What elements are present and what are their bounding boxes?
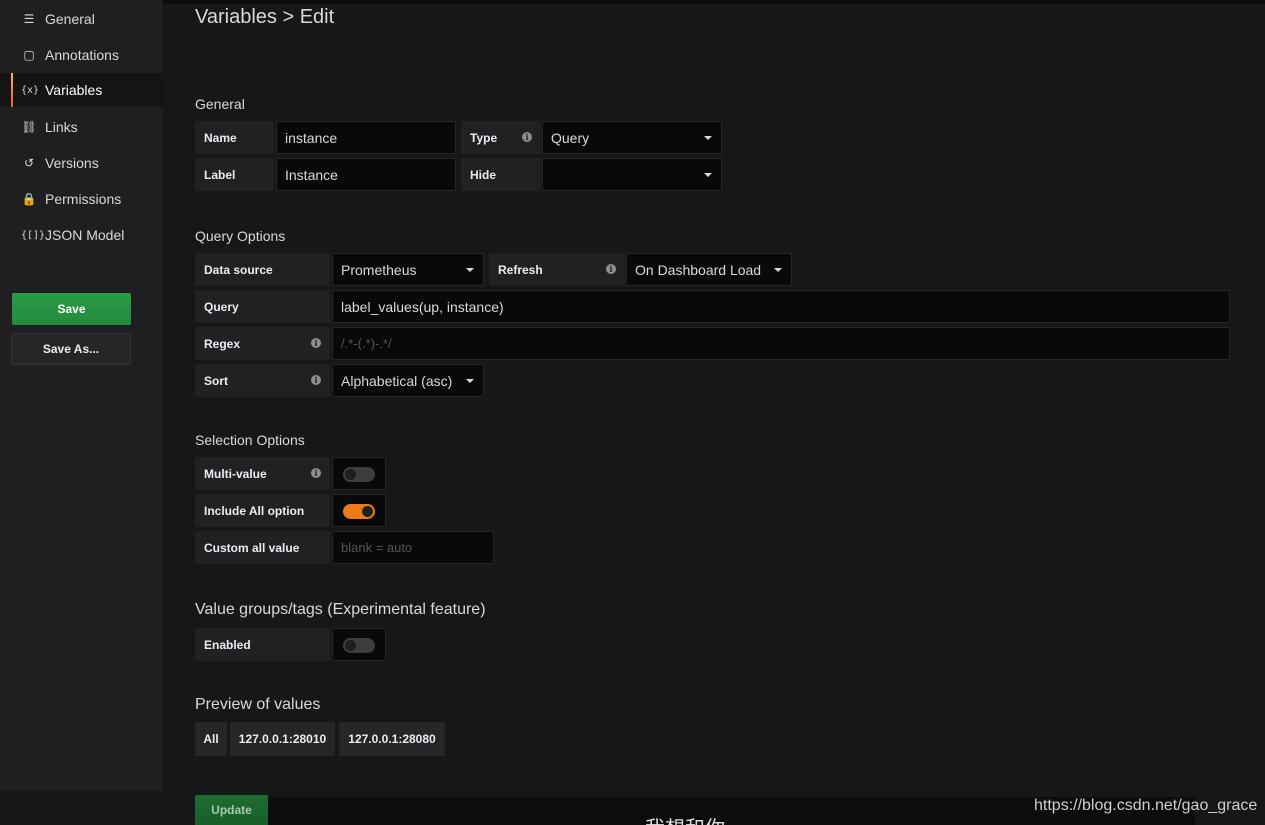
sidebar-item-label: Versions (45, 155, 99, 171)
section-title-general: General (195, 96, 245, 112)
multi-value-toggle[interactable] (343, 467, 375, 482)
sidebar-item-label: Annotations (45, 47, 119, 63)
sidebar-item-label: JSON Model (45, 227, 125, 243)
datasource-select[interactable]: Prometheus (332, 253, 484, 286)
enabled-toggle-box (332, 628, 386, 661)
sidebar-item-links[interactable]: ⛓ Links (0, 110, 163, 144)
custom-all-input[interactable]: blank = auto (332, 531, 494, 564)
info-icon[interactable]: i (311, 468, 321, 478)
top-border (0, 0, 1265, 4)
info-icon[interactable]: i (606, 264, 616, 274)
sort-label: Sort i (195, 364, 330, 397)
sliders-icon: ☰ (23, 12, 35, 26)
save-as-button[interactable]: Save As... (11, 333, 131, 365)
multi-value-toggle-box (332, 457, 386, 490)
hide-label: Hide (461, 158, 541, 191)
caret-down-icon (466, 268, 474, 272)
include-all-toggle-box (332, 494, 386, 527)
caret-down-icon (704, 136, 712, 140)
toggle-knob (345, 640, 356, 651)
info-icon[interactable]: i (311, 375, 321, 385)
sort-label-text: Sort (204, 373, 228, 388)
hide-select[interactable] (542, 158, 722, 191)
section-title-selection-options: Selection Options (195, 432, 305, 448)
info-icon[interactable]: i (311, 338, 321, 348)
variable-icon: {x} (21, 84, 40, 96)
custom-all-label: Custom all value (195, 531, 330, 564)
label-label: Label (195, 158, 274, 191)
page-title: Variables > Edit (195, 6, 335, 28)
refresh-select[interactable]: On Dashboard Load (626, 253, 792, 286)
history-icon: ↺ (23, 156, 35, 170)
link-icon: ⛓ (21, 120, 37, 134)
type-select-value: Query (551, 129, 590, 146)
update-button[interactable]: Update (195, 795, 268, 825)
caret-down-icon (704, 173, 712, 177)
save-button[interactable]: Save (12, 293, 131, 325)
preview-value-chip: 127.0.0.1:28080 (339, 722, 445, 756)
sidebar-item-variables[interactable]: {x} Variables (0, 73, 163, 107)
preview-value-chip: All (195, 722, 227, 756)
include-all-label: Include All option (195, 494, 330, 527)
sidebar-item-label: Permissions (45, 191, 122, 207)
lock-icon: 🔒 (21, 192, 37, 206)
regex-input[interactable]: /.*-(.*)-.*/ (332, 327, 1230, 360)
sidebar-item-annotations[interactable]: ▢ Annotations (0, 38, 163, 72)
type-label-text: Type (470, 130, 498, 145)
type-label: Type i (461, 121, 541, 154)
name-input[interactable]: instance (276, 121, 456, 154)
caret-down-icon (774, 268, 782, 272)
sidebar-item-json-model[interactable]: {[]} JSON Model (0, 218, 163, 252)
type-select[interactable]: Query (542, 121, 722, 154)
multi-value-label-text: Multi-value (204, 466, 267, 481)
sidebar-item-label: Variables (45, 82, 103, 98)
json-icon: {[]} (21, 229, 46, 241)
preview-value-chip: 127.0.0.1:28010 (230, 722, 335, 756)
refresh-label: Refresh i (489, 253, 625, 286)
watermark: https://blog.csdn.net/gao_grace (1034, 797, 1258, 814)
sidebar-item-versions[interactable]: ↺ Versions (0, 146, 163, 180)
sidebar-item-label: General (45, 11, 95, 27)
caret-down-icon (466, 379, 474, 383)
datasource-label: Data source (195, 253, 330, 286)
toggle-knob (345, 469, 356, 480)
refresh-select-value: On Dashboard Load (635, 261, 762, 278)
datasource-select-value: Prometheus (341, 261, 417, 278)
label-input[interactable]: Instance (276, 158, 456, 191)
query-input[interactable]: label_values(up, instance) (332, 290, 1230, 323)
include-all-toggle[interactable] (343, 504, 375, 519)
sidebar-item-general[interactable]: ☰ General (0, 2, 163, 36)
toggle-knob (362, 506, 373, 517)
section-title-query-options: Query Options (195, 228, 286, 244)
sidebar-item-label: Links (45, 119, 78, 135)
section-title-preview: Preview of values (195, 696, 321, 713)
multi-value-label: Multi-value i (195, 457, 330, 490)
regex-label: Regex i (195, 327, 330, 360)
enabled-toggle[interactable] (343, 638, 375, 653)
sort-select-value: Alphabetical (asc) (341, 372, 453, 389)
settings-sidebar: ☰ General ▢ Annotations {x} Variables ⛓ … (0, 0, 163, 791)
regex-label-text: Regex (204, 336, 241, 351)
refresh-label-text: Refresh (498, 262, 543, 277)
comment-icon: ▢ (23, 48, 35, 62)
name-label: Name (195, 121, 274, 154)
sidebar-item-permissions[interactable]: 🔒 Permissions (0, 182, 163, 216)
overlay-caption: 我想和你 (645, 812, 725, 825)
query-label: Query (195, 290, 330, 323)
info-icon[interactable]: i (522, 132, 532, 142)
enabled-label: Enabled (195, 628, 330, 661)
section-title-value-groups: Value groups/tags (Experimental feature) (195, 601, 486, 618)
sort-select[interactable]: Alphabetical (asc) (332, 364, 484, 397)
